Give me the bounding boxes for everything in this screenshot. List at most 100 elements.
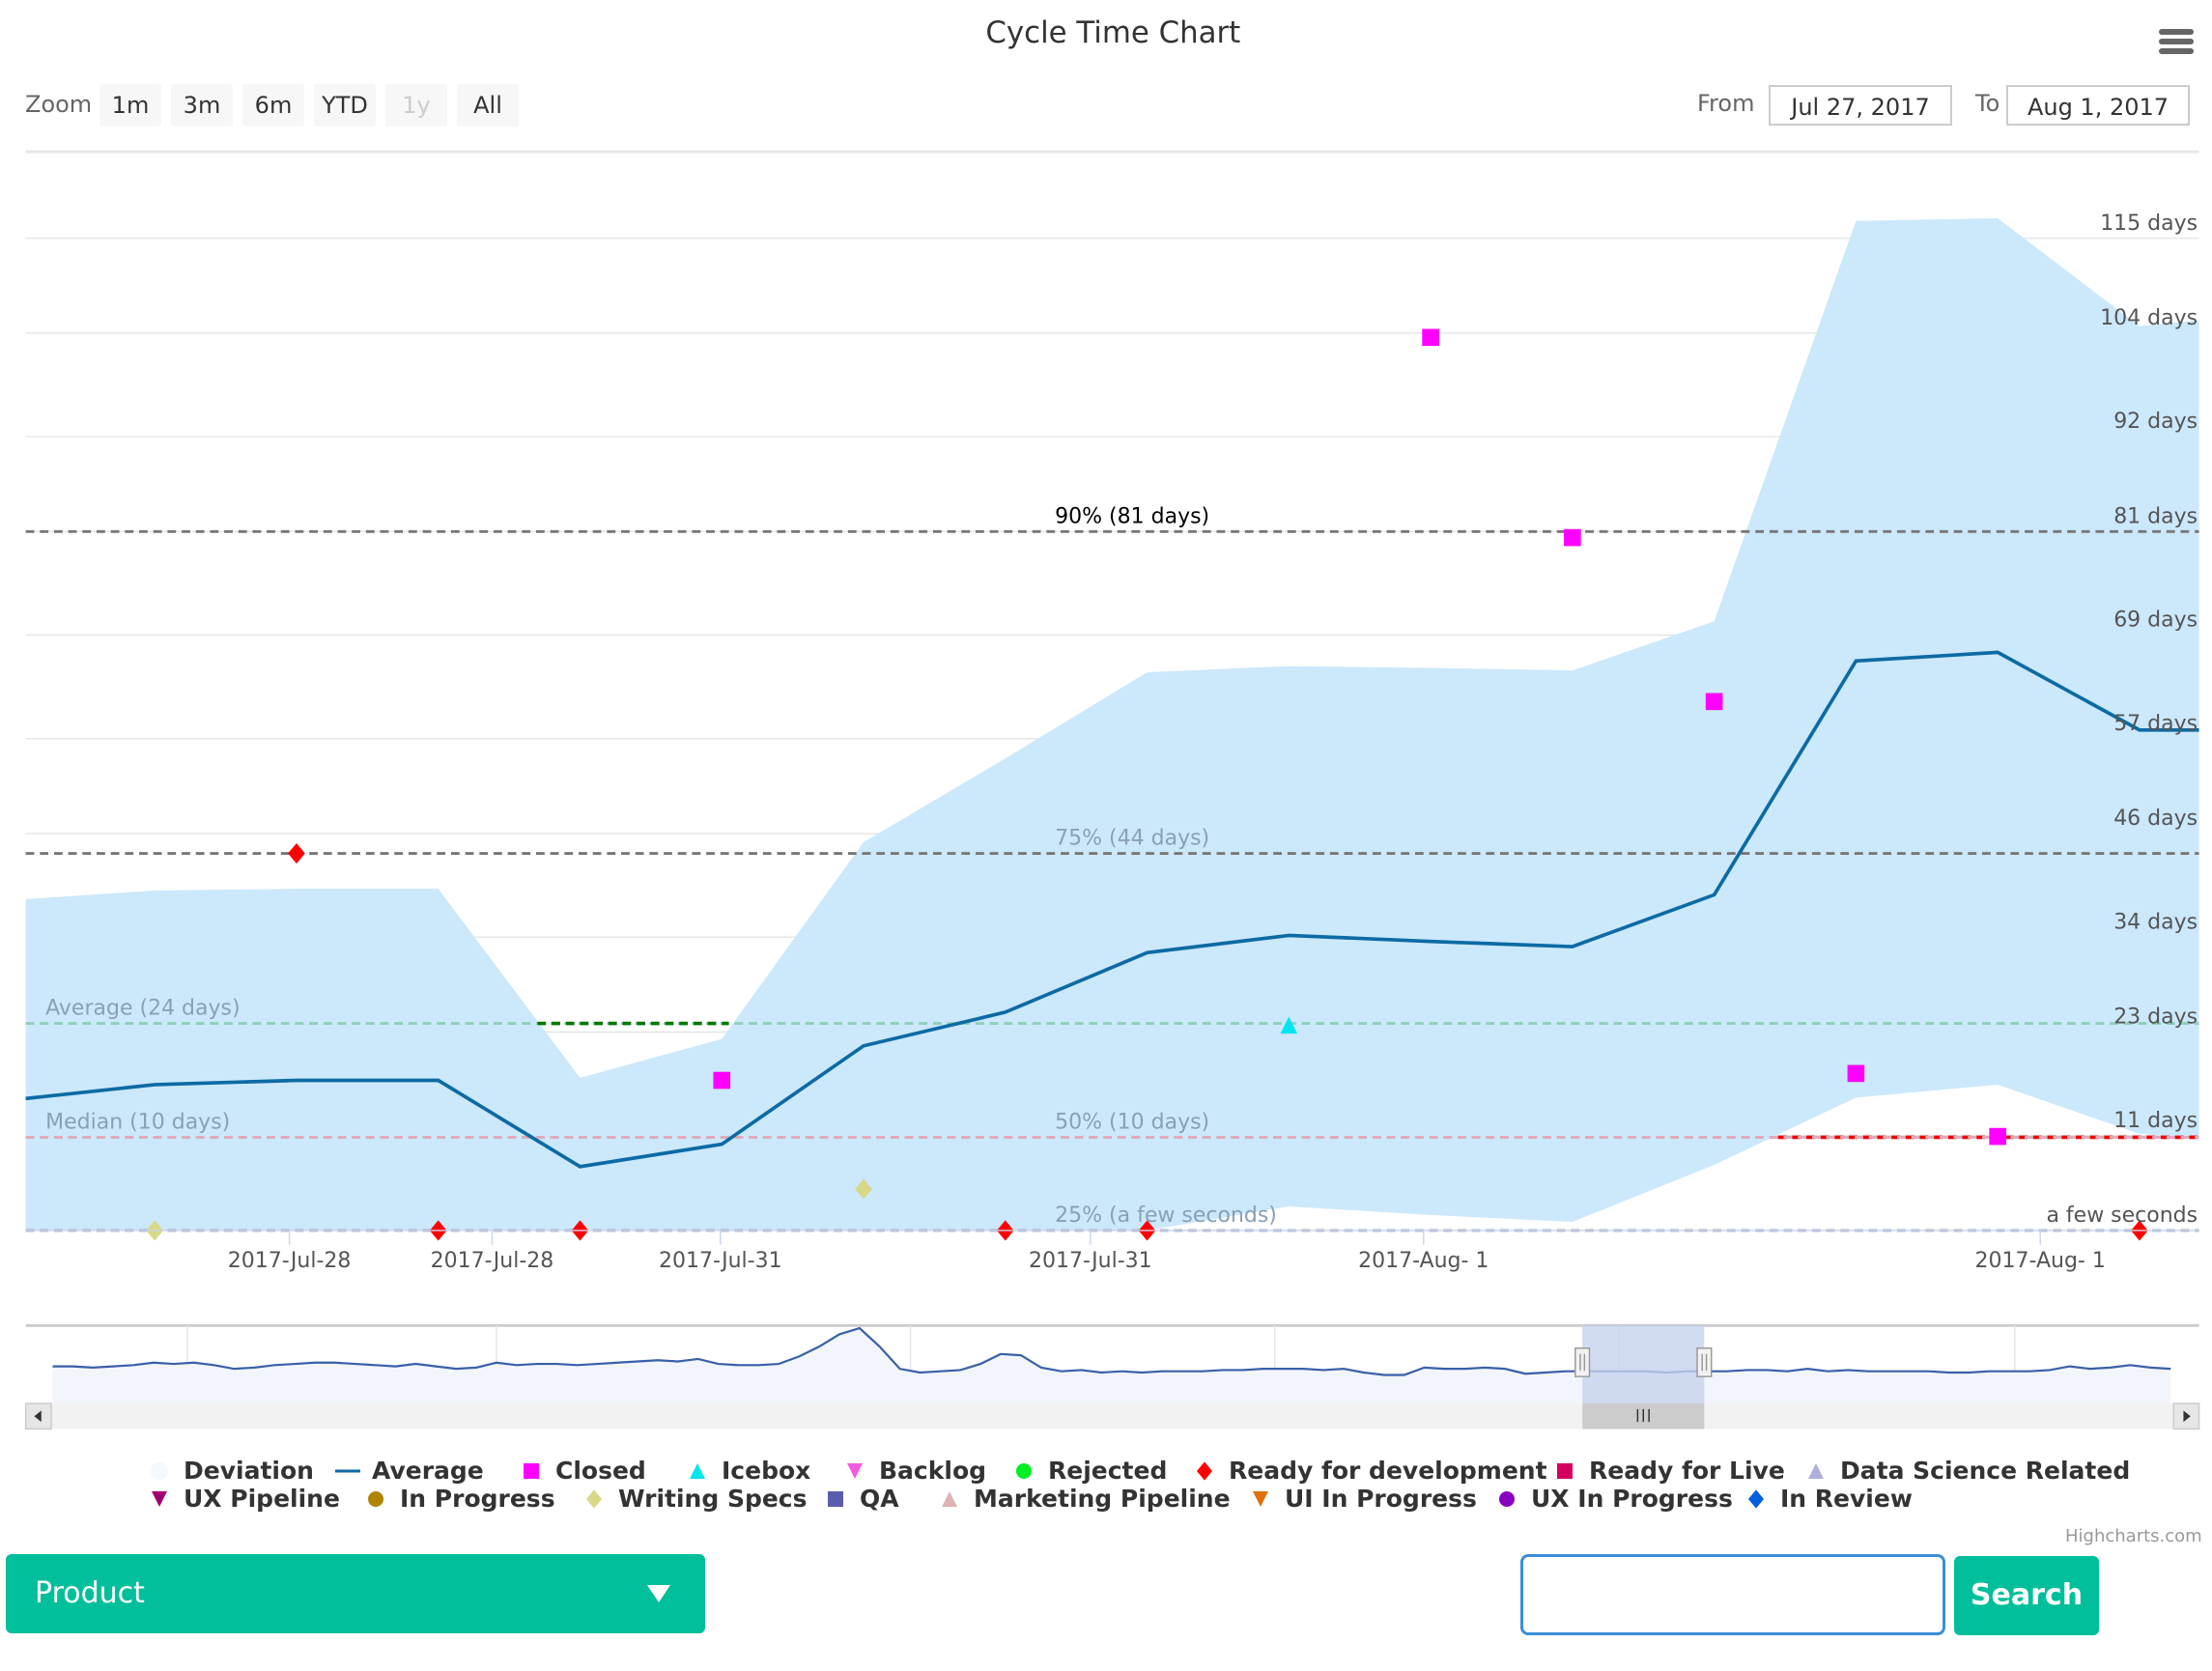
legend-label: QA	[860, 1485, 899, 1513]
point-closed[interactable]	[1705, 693, 1723, 711]
legend-label: UX Pipeline	[184, 1485, 340, 1513]
navigator-selection	[1582, 1325, 1705, 1404]
x-tick-label: 2017-Jul-28	[431, 1249, 554, 1273]
legend-item-ux-pipeline[interactable]: UX Pipeline	[145, 1485, 340, 1513]
plot-line-label-percentile-50: 50% (10 days)	[1055, 1111, 1209, 1135]
legend-symbol-icon	[335, 1469, 360, 1472]
scrollbar-track[interactable]	[25, 1403, 2199, 1430]
legend-label: Rejected	[1048, 1457, 1168, 1485]
legend-symbol-icon	[152, 1490, 167, 1507]
x-axis: 2017-Jul-28 2017-Jul-28 2017-Jul-31 2017-Ju…	[25, 1230, 2199, 1273]
zoom-1m-button[interactable]: 1m	[99, 84, 161, 127]
plot-line-label-percentile-90: 90% (81 days)	[1055, 505, 1209, 529]
legend-item-ready-for-development[interactable]: Ready for development	[1190, 1457, 1547, 1485]
from-label: From	[1697, 90, 1755, 117]
legend-item-data-science-related[interactable]: Data Science Related	[1801, 1457, 2130, 1485]
zoom-3m-button[interactable]: 3m	[171, 84, 233, 127]
legend-square-icon	[524, 1462, 539, 1479]
legend-symbol-icon	[151, 1461, 168, 1480]
search-input[interactable]	[1520, 1554, 1945, 1635]
legend-item-ux-in-progress[interactable]: UX In Progress	[1492, 1485, 1733, 1513]
legend-item-qa[interactable]: QA	[821, 1485, 899, 1513]
legend-diamond-icon	[1748, 1488, 1764, 1509]
legend-symbol-icon	[690, 1462, 705, 1479]
legend-triangle-down-icon	[1253, 1490, 1268, 1507]
legend-label: Deviation	[184, 1457, 314, 1485]
point-closed[interactable]	[1847, 1064, 1865, 1083]
legend-label: In Review	[1780, 1485, 1913, 1513]
legend-square-icon	[1557, 1462, 1573, 1479]
zoom-6m-button[interactable]: 6m	[242, 84, 304, 127]
point-closed[interactable]	[713, 1071, 731, 1090]
plot-line-label-percentile-75: 75% (44 days)	[1055, 827, 1209, 851]
zoom-ytd-button[interactable]: YTD	[314, 84, 376, 127]
legend-label: Ready for Live	[1589, 1457, 1785, 1485]
search-button[interactable]: Search	[1954, 1556, 2099, 1635]
menu-bar	[2159, 39, 2194, 44]
legend-item-backlog[interactable]: Backlog	[840, 1457, 986, 1485]
legend-label: Closed	[555, 1457, 646, 1485]
legend-circle-icon	[1016, 1462, 1032, 1479]
y-tick-label: 23 days	[2113, 1005, 2198, 1030]
y-tick-label: 11 days	[2113, 1109, 2198, 1133]
point-closed[interactable]	[1422, 328, 1439, 347]
navigator[interactable]: 6. Feb15. May26. Jun17. Jul31. Jul21. Au…	[24, 1323, 2200, 1430]
legend-item-deviation[interactable]: Deviation	[145, 1457, 314, 1485]
legend-label: UX In Progress	[1531, 1485, 1733, 1513]
legend-triangle-icon	[1808, 1462, 1824, 1479]
x-tick-label: 2017-Jul-31	[1029, 1249, 1152, 1273]
legend-item-average[interactable]: Average	[333, 1457, 484, 1485]
legend-item-ready-for-live[interactable]: Ready for Live	[1550, 1457, 1785, 1485]
hamburger-menu-icon[interactable]	[2159, 29, 2194, 58]
y-tick-label: 92 days	[2113, 410, 2198, 434]
point-closed[interactable]	[1564, 528, 1581, 547]
legend-diamond-icon	[586, 1488, 602, 1509]
product-select[interactable]: Product	[6, 1554, 705, 1633]
point-ready-for-development[interactable]	[288, 842, 305, 864]
y-tick-label: a few seconds	[2046, 1204, 2198, 1228]
legend-triangle-icon	[690, 1462, 705, 1479]
zoom-all-button[interactable]: All	[457, 84, 519, 127]
y-tick-label: 81 days	[2113, 505, 2198, 529]
legend-label: UI In Progress	[1285, 1485, 1477, 1513]
legend-label: Ready for development	[1229, 1457, 1547, 1485]
y-tick-label: 34 days	[2113, 910, 2198, 934]
legend-symbol-icon	[1016, 1462, 1032, 1479]
highcharts-credit[interactable]: Highcharts.com	[2065, 1526, 2202, 1546]
legend-item-rejected[interactable]: Rejected	[1009, 1457, 1167, 1485]
legend-label: In Progress	[400, 1485, 555, 1513]
legend-item-in-review[interactable]: In Review	[1742, 1485, 1913, 1513]
product-select-value: Product	[35, 1576, 145, 1610]
zoom-label: Zoom	[25, 91, 93, 118]
chart-container: Cycle Time Chart 90% (81 days) 75% (44 da…	[0, 0, 2212, 1667]
legend-label: Marketing Pipeline	[974, 1485, 1231, 1513]
legend-label: Average	[372, 1457, 484, 1485]
legend-diamond-icon	[1197, 1460, 1212, 1481]
navigator-handle[interactable]	[1574, 1347, 1591, 1377]
legend-triangle-down-icon	[152, 1490, 167, 1507]
point-closed[interactable]	[1989, 1127, 2006, 1146]
menu-bar	[2159, 48, 2194, 54]
legend-item-ui-in-progress[interactable]: UI In Progress	[1246, 1485, 1477, 1513]
y-tick-label: 57 days	[2113, 712, 2198, 736]
legend-label: Writing Specs	[618, 1485, 808, 1513]
legend-item-closed[interactable]: Closed	[517, 1457, 646, 1485]
from-date-input[interactable]: Jul 27, 2017	[1769, 85, 1952, 126]
legend-deviation-icon	[151, 1461, 168, 1480]
legend-item-writing-specs[interactable]: Writing Specs	[580, 1485, 808, 1513]
chevron-down-icon	[647, 1585, 670, 1602]
legend-triangle-down-icon	[847, 1462, 863, 1479]
plot-line-label-percentile-25: 25% (a few seconds)	[1055, 1204, 1277, 1228]
y-tick-label: 115 days	[2100, 212, 2198, 236]
chart-title: Cycle Time Chart	[985, 15, 1240, 50]
to-date-input[interactable]: Aug 1, 2017	[2006, 85, 2190, 126]
navigator-handle[interactable]	[1696, 1347, 1713, 1377]
legend-circle-icon	[1499, 1490, 1515, 1507]
zoom-1y-button: 1y	[385, 84, 447, 127]
x-tick-label: 2017-Jul-28	[228, 1249, 352, 1273]
legend-item-in-progress[interactable]: In Progress	[361, 1485, 555, 1513]
legend-item-marketing-pipeline[interactable]: Marketing Pipeline	[935, 1485, 1231, 1513]
legend-item-icebox[interactable]: Icebox	[683, 1457, 810, 1485]
y-tick-label: 69 days	[2113, 609, 2198, 633]
legend-symbol-icon	[1253, 1490, 1268, 1507]
